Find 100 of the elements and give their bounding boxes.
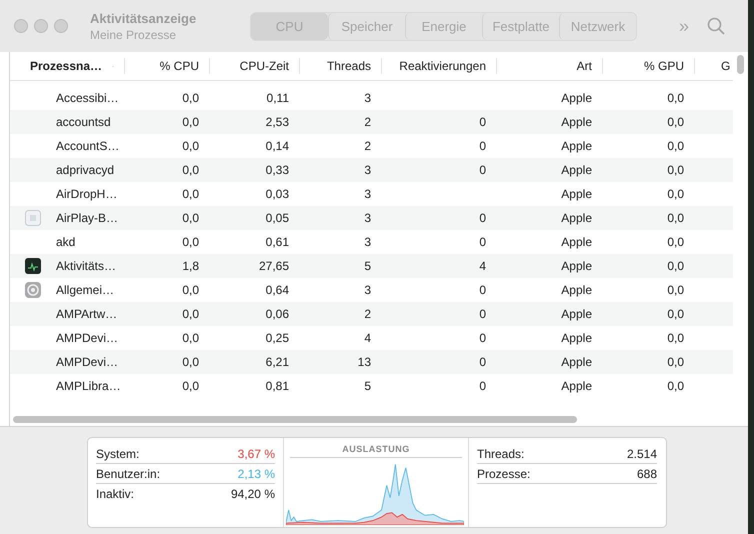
process-name: adprivacyd (56, 163, 114, 177)
table-cell: Apple (561, 379, 592, 393)
table-cell: 3 (364, 283, 371, 297)
table-cell: 0,05 (266, 211, 289, 225)
table-cell: 0,0 (182, 91, 199, 105)
table-cell: 27,65 (258, 259, 289, 273)
scrollbar-thumb[interactable] (737, 55, 744, 74)
table-cell: 5 (364, 259, 371, 273)
table-cell: 0,0 (667, 331, 684, 345)
stat-label: System: (96, 446, 140, 460)
table-cell: Apple (561, 355, 592, 369)
table-cell: 2 (364, 115, 371, 129)
table-cell: 0,25 (266, 331, 289, 345)
table-cell: 0 (479, 307, 486, 321)
table-cell: 0 (479, 235, 486, 249)
process-name: AMPDevi… (56, 331, 118, 345)
window-title: Aktivitätsanzeige (90, 10, 198, 26)
table-cell: Apple (561, 283, 592, 297)
table-cell: 0 (479, 211, 486, 225)
table-cell: 0,0 (182, 283, 199, 297)
stat-value: 3,67 % (238, 446, 275, 460)
process-name: AirDropH… (56, 187, 118, 201)
table-cell: 3 (364, 235, 371, 249)
table-cell: Apple (561, 187, 592, 201)
table-cell: Apple (561, 211, 592, 225)
table-cell: 3 (364, 163, 371, 177)
activity-monitor-icon (25, 258, 41, 274)
table-cell: 0 (479, 163, 486, 177)
table-cell: 2 (364, 307, 371, 321)
table-cell: 1,8 (182, 259, 199, 273)
table-cell: 0,0 (667, 355, 684, 369)
column-header[interactable]: % CPU (125, 58, 210, 74)
table-cell: Apple (561, 307, 592, 321)
table-cell: Apple (561, 91, 592, 105)
search-icon[interactable] (707, 17, 726, 35)
window-control[interactable] (14, 19, 28, 33)
table-cell: 0,0 (182, 211, 199, 225)
process-name: accountsd (56, 115, 111, 129)
table-cell: 3 (364, 211, 371, 225)
process-name: akd (56, 235, 76, 249)
window-control[interactable] (34, 19, 48, 33)
table-cell: 0,0 (182, 355, 199, 369)
table-cell: Apple (561, 235, 592, 249)
table-cell: 0,0 (667, 259, 684, 273)
process-name: Aktivitäts… (56, 259, 116, 273)
chart-title: AUSLASTUNG (290, 444, 462, 458)
table-cell: Apple (561, 115, 592, 129)
column-header[interactable]: G (695, 58, 733, 74)
table-cell: 0,61 (266, 235, 289, 249)
table-cell: 0 (479, 355, 486, 369)
stat-label: Benutzer:in: (96, 466, 160, 480)
table-cell: 0 (479, 379, 486, 393)
table-cell: 0,81 (266, 379, 289, 393)
table-cell: 0,64 (266, 283, 289, 297)
table-cell: 0,0 (182, 379, 199, 393)
window-subtitle: Meine Prozesse (90, 28, 178, 42)
stat-value: 2,13 % (238, 466, 275, 480)
stat-label: Inaktiv: (96, 486, 134, 500)
column-header[interactable]: Threads (300, 58, 382, 74)
table-cell: 2 (364, 139, 371, 153)
table-cell: 0,11 (266, 91, 289, 105)
table-cell: Apple (561, 259, 592, 273)
table-cell: 5 (364, 379, 371, 393)
table-cell: Apple (561, 163, 592, 177)
table-cell: Apple (561, 331, 592, 345)
gear-icon (25, 282, 41, 298)
table-cell: 3 (364, 91, 371, 105)
column-header[interactable]: Reaktivierungen (382, 58, 497, 74)
column-header[interactable]: CPU-Zeit (210, 58, 300, 74)
stat-value: 2.514 (626, 446, 657, 460)
table-cell: 0,0 (182, 307, 199, 321)
table-cell: 0,0 (182, 115, 199, 129)
process-name: AMPArtw… (56, 307, 118, 321)
scrollbar-thumb[interactable] (13, 416, 577, 422)
table-cell: 0,0 (182, 187, 199, 201)
table-cell: 0,0 (182, 139, 199, 153)
process-name: AccountS… (56, 139, 120, 153)
table-cell: 0,0 (182, 163, 199, 177)
table-cell: 13 (358, 355, 371, 369)
process-name: AMPLibra… (56, 379, 121, 393)
table-cell: 0 (479, 331, 486, 345)
table-cell: 0,0 (667, 307, 684, 321)
table-cell: 0 (479, 283, 486, 297)
table-cell: 0,0 (667, 379, 684, 393)
table-cell: 2,53 (266, 115, 289, 129)
stat-label: Prozesse: (477, 466, 530, 480)
table-cell: Apple (561, 139, 592, 153)
table-cell: 0,0 (667, 115, 684, 129)
column-header[interactable]: % GPU (603, 58, 695, 74)
column-header[interactable]: Art (497, 58, 603, 74)
table-cell: 0,0 (667, 211, 684, 225)
table-cell: 0,33 (266, 163, 289, 177)
stat-value: 94,20 % (230, 486, 275, 500)
app-tile-icon (25, 210, 41, 226)
process-name: Allgemei… (56, 283, 114, 297)
table-cell: 0,03 (266, 187, 289, 201)
column-header[interactable]: Prozessna… (10, 58, 125, 74)
window-control[interactable] (54, 19, 68, 33)
table-cell: 0 (479, 115, 486, 129)
table-cell: 4 (479, 259, 486, 273)
